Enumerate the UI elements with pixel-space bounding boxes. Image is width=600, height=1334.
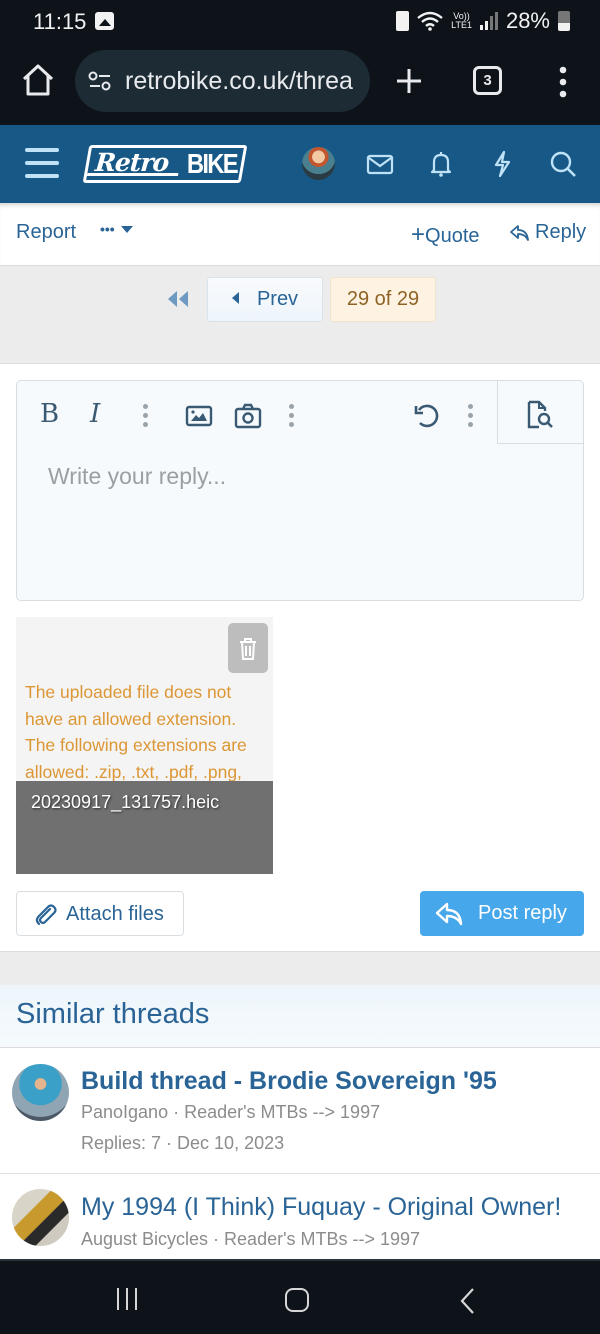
lte-label: LTE1 (451, 20, 472, 30)
gallery-notification-icon (95, 12, 114, 30)
attach-files-button[interactable]: Attach files (16, 891, 184, 936)
site-logo[interactable]: Retro BIKE (82, 145, 248, 183)
trash-icon (240, 638, 256, 660)
similar-thread-item[interactable]: My 1994 (I Think) Fuquay - Original Owne… (0, 1175, 600, 1261)
reply-textarea[interactable]: Write your reply... (48, 463, 226, 490)
post-action-bar: Report ••• +Quote Reply (0, 203, 600, 266)
battery-percent: 28% (505, 8, 550, 33)
more-text-options-icon[interactable] (143, 404, 149, 428)
post-reply-button[interactable]: Post reply (420, 891, 584, 936)
attachment-filename-bar: 20230917_131757.heic (16, 781, 273, 874)
reply-editor: B I Write your reply... (16, 380, 584, 601)
thread-author-avatar[interactable] (12, 1064, 69, 1121)
tab-switcher-button[interactable]: 3 (473, 66, 502, 95)
lte-icon: Vo)) LTE1 (451, 12, 472, 30)
logo-underline (86, 173, 179, 176)
attach-files-label: Attach files (66, 903, 164, 925)
bell-icon[interactable] (426, 149, 456, 179)
more-options-icon[interactable] (468, 404, 474, 428)
post-reply-label: Post reply (478, 902, 567, 924)
current-page-indicator[interactable]: 29 of 29 (330, 277, 436, 322)
more-insert-options-icon[interactable] (289, 404, 295, 428)
screen: 11:15 Vo)) LTE1 28% retrobike.co.uk/threa… (0, 0, 600, 1334)
quote-link[interactable]: +Quote (411, 221, 480, 249)
mail-icon[interactable] (365, 149, 395, 179)
caret-left-icon (231, 292, 239, 304)
similar-threads-heading: Similar threads (16, 998, 210, 1030)
preview-document-icon (527, 400, 553, 429)
menu-icon[interactable] (25, 148, 59, 178)
url-text[interactable]: retrobike.co.uk/threa (125, 67, 353, 96)
reply-link[interactable]: Reply (509, 221, 586, 244)
status-icons: Vo)) LTE1 28% (396, 8, 570, 34)
attachment-filename: 20230917_131757.heic (31, 792, 220, 812)
search-icon[interactable] (548, 149, 578, 179)
similar-threads-header: Similar threads (0, 985, 600, 1048)
browser-toolbar: retrobike.co.uk/threa 3 (0, 44, 600, 125)
reply-label: Reply (535, 221, 587, 243)
undo-icon[interactable] (412, 401, 442, 431)
more-actions-menu[interactable]: ••• (100, 221, 133, 237)
prev-label: Prev (256, 288, 299, 310)
thread-title-link[interactable]: My 1994 (I Think) Fuquay - Original Owne… (81, 1193, 561, 1222)
similar-thread-item[interactable]: Build thread - Brodie Sovereign '95 Pano… (0, 1048, 600, 1174)
insert-image-icon[interactable] (184, 401, 214, 431)
camera-icon[interactable] (233, 401, 263, 431)
thread-meta: August Bicycles · Reader's MTBs --> 1997 (81, 1229, 421, 1249)
home-icon[interactable] (20, 62, 56, 98)
reply-arrow-icon (435, 902, 463, 926)
thread-meta: PanoIgano · Reader's MTBs --> 1997 (81, 1102, 381, 1122)
prev-page-button[interactable]: Prev (207, 277, 323, 322)
battery-icon (558, 11, 570, 31)
status-time: 11:15 (33, 9, 87, 34)
first-page-icon[interactable] (166, 291, 190, 307)
system-navigation-bar (0, 1259, 600, 1334)
wifi-icon (417, 11, 443, 31)
delete-attachment-button[interactable] (228, 623, 268, 673)
paperclip-icon (35, 904, 57, 926)
new-tab-icon[interactable] (394, 66, 424, 96)
lightning-icon[interactable] (487, 149, 517, 179)
report-link[interactable]: Report (16, 221, 76, 244)
caret-down-icon (120, 225, 133, 233)
reply-arrow-icon (510, 224, 529, 241)
address-bar[interactable]: retrobike.co.uk/threa (75, 50, 370, 112)
thread-author-avatar[interactable] (12, 1189, 69, 1246)
battery-saver-icon (396, 11, 410, 31)
signal-icon (479, 12, 498, 30)
bold-button[interactable]: B (40, 399, 70, 429)
thread-title-link[interactable]: Build thread - Brodie Sovereign '95 (81, 1067, 497, 1096)
user-avatar[interactable] (302, 147, 335, 180)
recent-apps-button[interactable] (117, 1288, 143, 1310)
italic-button[interactable]: I (90, 399, 120, 429)
back-button[interactable] (458, 1287, 478, 1315)
logo-text-bike: BIKE (186, 148, 237, 179)
pagination: Prev 29 of 29 (0, 266, 600, 364)
more-dots-icon: ••• (100, 221, 115, 237)
attachment-error-message: The uploaded file does not have an allow… (25, 682, 247, 782)
preview-button[interactable] (497, 381, 583, 444)
home-button[interactable] (285, 1288, 309, 1312)
site-settings-icon[interactable] (88, 71, 112, 91)
thread-stats: Replies: 7 · Dec 10, 2023 (81, 1133, 285, 1153)
browser-menu-icon[interactable] (553, 64, 573, 100)
status-bar: 11:15 Vo)) LTE1 28% (0, 0, 600, 44)
quote-label: Quote (425, 225, 480, 247)
plus-icon: + (411, 221, 426, 248)
attachment-tile: The uploaded file does not have an allow… (16, 617, 273, 874)
site-header: Retro BIKE (0, 125, 600, 203)
section-divider (0, 951, 600, 985)
